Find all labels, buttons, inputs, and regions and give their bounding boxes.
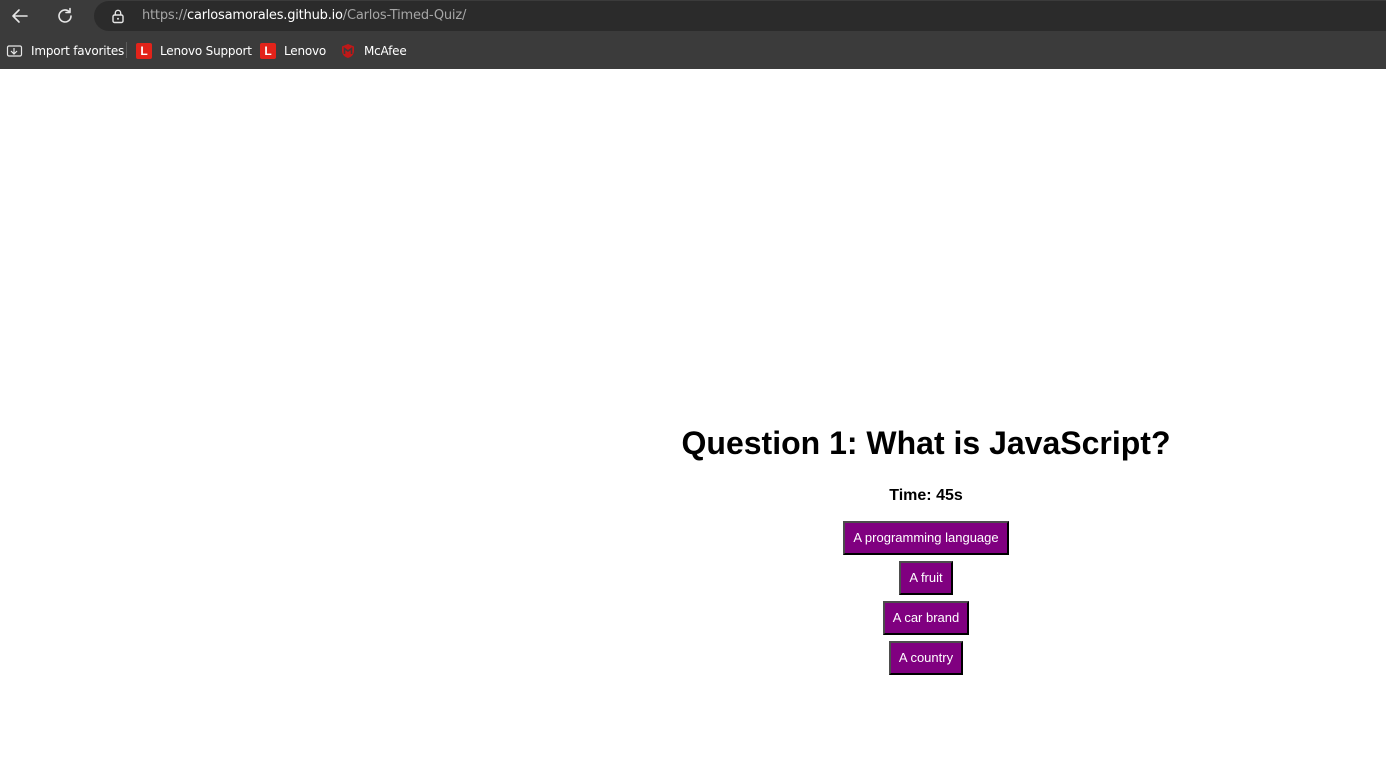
import-icon xyxy=(6,45,23,57)
bookmarks-bar: Import favorites L Lenovo Support L Leno… xyxy=(0,35,1386,66)
bookmark-lenovo[interactable]: L Lenovo xyxy=(260,41,326,61)
url-host: carlosamorales.github.io xyxy=(187,8,343,23)
bookmarks-divider xyxy=(126,42,127,58)
web-page: Question 1: What is JavaScript? Time: 45… xyxy=(0,69,1386,775)
answer-button-fruit[interactable]: A fruit xyxy=(899,561,953,595)
bookmark-import-favorites[interactable]: Import favorites xyxy=(6,41,124,61)
bookmark-label: Lenovo xyxy=(284,44,327,58)
browser-chrome: https://carlosamorales.github.io/Carlos-… xyxy=(0,0,1386,69)
back-button[interactable] xyxy=(7,3,33,29)
timer-display: Time: 45s xyxy=(889,487,963,504)
lenovo-logo-icon: L xyxy=(260,43,276,59)
question-heading: Question 1: What is JavaScript? xyxy=(681,425,1171,461)
bookmark-label: Lenovo Support xyxy=(160,44,252,58)
bookmark-label: McAfee xyxy=(364,44,407,58)
bookmark-lenovo-support[interactable]: L Lenovo Support xyxy=(136,41,252,61)
reload-icon xyxy=(58,7,72,23)
answer-button-car-brand[interactable]: A car brand xyxy=(882,601,970,635)
url-path: /Carlos-Timed-Quiz/ xyxy=(342,8,467,23)
address-bar[interactable]: https://carlosamorales.github.io/Carlos-… xyxy=(94,1,1386,31)
answer-button-country[interactable]: A country xyxy=(888,641,964,675)
mcafee-logo-icon xyxy=(342,44,354,58)
back-arrow-icon xyxy=(12,9,28,23)
bookmark-mcafee[interactable]: McAfee xyxy=(340,41,407,61)
reload-button[interactable] xyxy=(52,3,78,29)
lenovo-logo-icon: L xyxy=(136,43,152,59)
quiz-container: Question 1: What is JavaScript? Time: 45… xyxy=(466,421,1386,675)
answer-button-programming-language[interactable]: A programming language xyxy=(843,521,1009,555)
url-scheme: https:// xyxy=(142,8,187,23)
answer-list: A programming language A fruit A car bra… xyxy=(466,521,1386,675)
url-text: https://carlosamorales.github.io/Carlos-… xyxy=(142,8,466,24)
browser-toolbar: https://carlosamorales.github.io/Carlos-… xyxy=(0,0,1386,32)
lock-icon[interactable] xyxy=(110,8,126,24)
bookmark-label: Import favorites xyxy=(31,44,125,58)
